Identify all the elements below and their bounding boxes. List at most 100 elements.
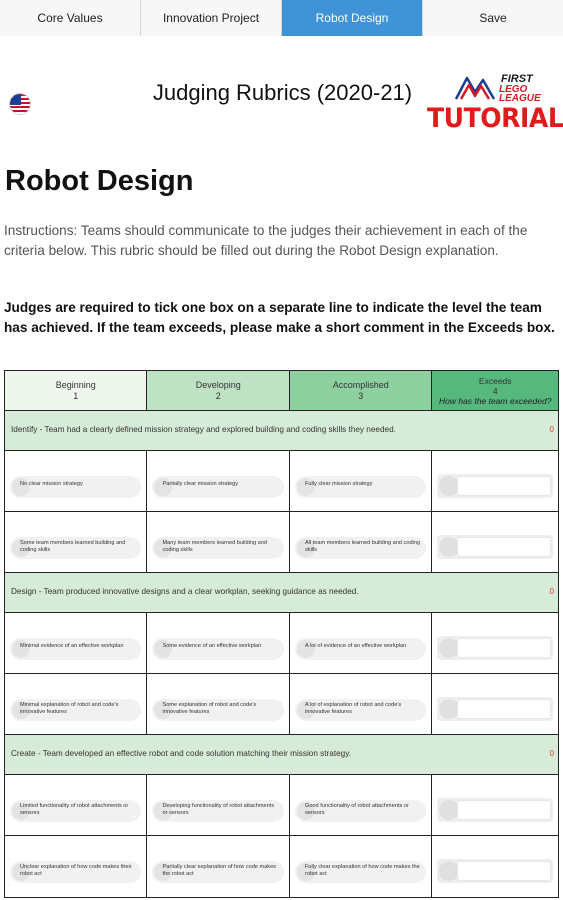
fll-tutorials-logo: FIRST LEGO LEAGUE TUTORIALS [425, 74, 563, 134]
option-label: Partially clear explanation of how code … [162, 864, 276, 877]
tab-save[interactable]: Save [423, 0, 563, 36]
cell-beginning: Minimal evidence of an effective workpla… [5, 613, 148, 673]
option-label: No clear mission strategy [20, 481, 83, 487]
judges-note: Judges are required to tick one box on a… [4, 300, 555, 335]
us-flag-icon[interactable] [9, 93, 31, 115]
section-create: Create - Team developed an effective rob… [5, 735, 558, 775]
exceeds-comment-input[interactable] [457, 861, 551, 881]
rubric-option[interactable]: Fully clear explanation of how code make… [294, 861, 427, 883]
section-design: Design - Team produced innovative design… [5, 573, 558, 613]
rubric-row: Unclear explanation of how code makes th… [5, 836, 558, 897]
rubric-option[interactable]: Fully clear mission strategy [294, 476, 427, 498]
exceeds-toggle[interactable] [439, 861, 460, 881]
rubric-option[interactable]: Limited functionality of robot attachmen… [10, 800, 142, 822]
rubric-option[interactable]: A lot of evidence of an effective workpl… [294, 638, 427, 660]
rubric-option[interactable]: Some team members learned building and c… [10, 537, 142, 559]
cell-exceeds [432, 613, 558, 673]
col-level: 3 [358, 390, 364, 401]
rubric-option[interactable]: Good functionality of robot attachments … [294, 800, 427, 822]
rubric-option[interactable]: A lot of explanation of robot and code's… [294, 699, 427, 721]
section-score: 0 [549, 425, 554, 434]
exceeds-comment-input[interactable] [457, 476, 551, 496]
option-label: Fully clear explanation of how code make… [304, 864, 420, 877]
option-label: All team members learned building and co… [304, 540, 421, 553]
cell-exceeds [432, 512, 558, 572]
cell-beginning: Limited functionality of robot attachmen… [5, 775, 148, 835]
exceeds-comment-input[interactable] [457, 800, 551, 820]
option-label: Some explanation of robot and code's inn… [162, 702, 257, 715]
cell-accomplished: Fully clear explanation of how code make… [289, 836, 433, 897]
cell-developing: Many team members learned building and c… [147, 512, 290, 572]
cell-beginning: Some team members learned building and c… [5, 512, 148, 572]
option-label: Minimal evidence of an effective workpla… [20, 643, 124, 649]
col-subtitle: How has the team exceeded? [438, 395, 552, 406]
col-level: 1 [73, 390, 79, 401]
section-title: Design - Team produced innovative design… [11, 587, 359, 596]
exceeds-comment-input[interactable] [457, 699, 551, 719]
rubric-row: Some team members learned building and c… [5, 512, 558, 573]
section-title: Identify - Team had a clearly defined mi… [11, 425, 396, 434]
cell-accomplished: Good functionality of robot attachments … [289, 775, 433, 835]
col-name: Developing [195, 379, 241, 390]
option-label: Minimal explanation of robot and code's … [20, 702, 119, 715]
col-level: 4 [492, 385, 498, 396]
col-header-exceeds: Exceeds 4 How has the team exceeded? [432, 371, 558, 410]
exceeds-toggle[interactable] [439, 699, 460, 719]
rubric-option[interactable]: Unclear explanation of how code makes th… [10, 861, 142, 883]
section-identify: Identify - Team had a clearly defined mi… [5, 411, 558, 451]
tab-core-values[interactable]: Core Values [0, 0, 141, 36]
option-label: Unclear explanation of how code makes th… [20, 864, 132, 877]
col-name: Exceeds [478, 375, 512, 386]
rubric-table: Beginning 1 Developing 2 Accomplished 3 … [4, 370, 559, 898]
rubric-option[interactable]: Developing functionality of robot attach… [152, 800, 284, 822]
logo-tutorials-text: TUTORIALS [427, 103, 563, 134]
fll-logo-mark-icon [454, 76, 496, 100]
page-heading: Robot Design [5, 165, 194, 197]
exceeds-control [437, 859, 553, 883]
tab-robot-design[interactable]: Robot Design [282, 0, 423, 36]
rubric-header-row: Beginning 1 Developing 2 Accomplished 3 … [5, 371, 558, 411]
exceeds-control [437, 636, 553, 660]
option-label: Limited functionality of robot attachmen… [20, 803, 129, 816]
rubric-option[interactable]: Minimal explanation of robot and code's … [10, 699, 142, 721]
cell-exceeds [432, 674, 558, 734]
cell-accomplished: A lot of explanation of robot and code's… [289, 674, 433, 734]
cell-beginning: Unclear explanation of how code makes th… [5, 836, 148, 897]
exceeds-control [437, 697, 553, 721]
rubric-row: Limited functionality of robot attachmen… [5, 775, 558, 836]
exceeds-comment-input[interactable] [457, 638, 551, 658]
cell-beginning: No clear mission strategy [5, 451, 148, 511]
rubric-option[interactable]: No clear mission strategy [10, 476, 142, 498]
rubric-option[interactable]: Partially clear explanation of how code … [152, 861, 284, 883]
option-label: A lot of explanation of robot and code's… [304, 702, 402, 715]
section-score: 0 [549, 749, 554, 758]
exceeds-toggle[interactable] [439, 638, 460, 658]
col-name: Beginning [55, 379, 96, 390]
rubric-option[interactable]: Partially clear mission strategy [152, 476, 284, 498]
cell-developing: Partially clear mission strategy [147, 451, 290, 511]
option-label: Developing functionality of robot attach… [162, 803, 275, 816]
rubric-row: Minimal evidence of an effective workpla… [5, 613, 558, 674]
rubric-option[interactable]: All team members learned building and co… [294, 537, 427, 559]
option-label: Good functionality of robot attachments … [304, 803, 409, 816]
rubric-option[interactable]: Many team members learned building and c… [152, 537, 284, 559]
exceeds-toggle[interactable] [439, 800, 460, 820]
col-header-accomplished: Accomplished 3 [289, 371, 433, 410]
section-score: 0 [549, 587, 554, 596]
rubric-option[interactable]: Minimal evidence of an effective workpla… [10, 638, 142, 660]
page-title: Judging Rubrics (2020-21) [152, 80, 413, 105]
option-label: Some evidence of an effective workplan [162, 643, 262, 649]
option-label: Many team members learned building and c… [162, 540, 267, 553]
exceeds-comment-input[interactable] [457, 537, 551, 557]
exceeds-control [437, 535, 553, 559]
rubric-row: No clear mission strategy Partially clea… [5, 451, 558, 512]
cell-accomplished: A lot of evidence of an effective workpl… [289, 613, 433, 673]
rubric-option[interactable]: Some explanation of robot and code's inn… [152, 699, 284, 721]
tab-innovation-project[interactable]: Innovation Project [141, 0, 282, 36]
instructions-text: Instructions: Teams should communicate t… [4, 223, 528, 258]
option-label: Some team members learned building and c… [20, 540, 126, 553]
exceeds-toggle[interactable] [439, 476, 460, 496]
rubric-option[interactable]: Some evidence of an effective workplan [152, 638, 284, 660]
exceeds-toggle[interactable] [439, 537, 460, 557]
option-label: A lot of evidence of an effective workpl… [304, 643, 407, 649]
